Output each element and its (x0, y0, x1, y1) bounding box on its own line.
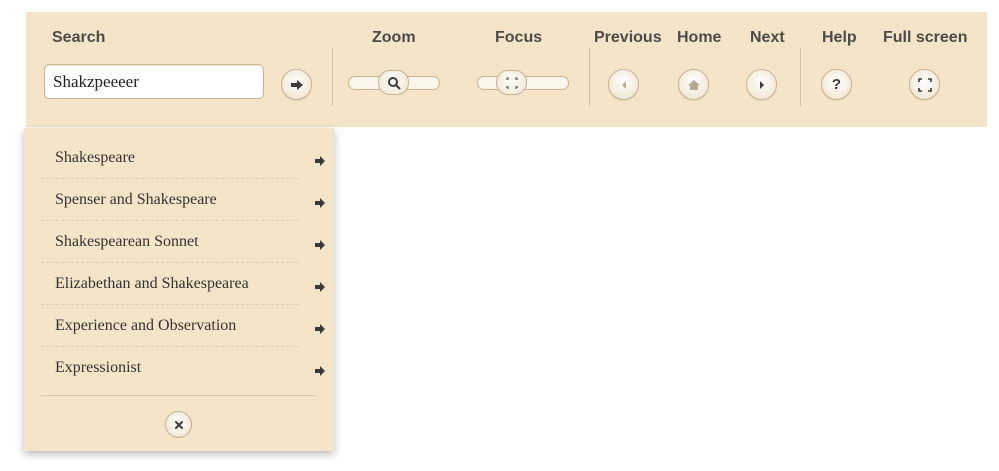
arrow-right-icon[interactable] (314, 365, 326, 377)
suggestion-item[interactable]: Shakespearean Sonnet (41, 220, 299, 263)
suggestion-label: Spenser and Shakespeare (55, 191, 217, 208)
focus-icon (505, 76, 518, 89)
next-button[interactable] (746, 69, 777, 100)
fullscreen-button[interactable] (909, 69, 940, 100)
suggestion-label: Shakespeare (55, 149, 135, 166)
arrow-right-icon[interactable] (314, 323, 326, 335)
question-icon: ? (831, 76, 842, 93)
arrow-right-icon[interactable] (314, 281, 326, 293)
fullscreen-label: Full screen (883, 29, 968, 46)
suggestion-item[interactable]: Shakespeare (41, 136, 299, 179)
next-label: Next (750, 29, 785, 46)
suggestion-item[interactable]: Expressionist (41, 346, 299, 388)
arrow-right-icon[interactable] (314, 197, 326, 209)
focus-label: Focus (495, 29, 543, 46)
focus-slider-handle[interactable] (496, 70, 527, 95)
toolbar: Search Zoom Focus Previous Home Next Hel… (26, 12, 987, 127)
zoom-label: Zoom (372, 29, 416, 46)
suggestion-item[interactable]: Experience and Observation (41, 304, 299, 347)
home-label: Home (677, 29, 722, 46)
chevron-left-icon (621, 80, 626, 89)
suggestion-item[interactable]: Elizabethan and Shakespearea (41, 262, 299, 305)
close-suggestions-button[interactable] (165, 411, 192, 438)
help-label: Help (822, 29, 857, 46)
zoom-slider-handle[interactable] (378, 70, 409, 95)
search-go-button[interactable] (281, 69, 312, 100)
suggestion-item[interactable]: Spenser and Shakespeare (41, 178, 299, 221)
suggestion-label: Experience and Observation (55, 317, 237, 334)
search-suggestions-dropdown: Shakespeare Spenser and Shakespeare Shak… (24, 128, 334, 451)
previous-button[interactable] (608, 69, 639, 100)
search-label: Search (52, 29, 106, 46)
suggestion-label: Expressionist (55, 359, 142, 376)
search-input[interactable] (44, 64, 264, 99)
close-icon (174, 420, 183, 429)
home-icon (687, 79, 700, 90)
help-button[interactable]: ? (821, 69, 852, 100)
magnifier-icon (387, 76, 400, 89)
dropdown-divider (41, 395, 315, 396)
expand-icon (917, 77, 932, 92)
toolbar-separator (800, 48, 801, 106)
arrow-right-icon (290, 79, 303, 90)
arrow-right-icon[interactable] (314, 155, 326, 167)
chevron-right-icon (759, 80, 764, 89)
toolbar-separator (589, 48, 590, 106)
previous-label: Previous (594, 29, 662, 46)
toolbar-separator (332, 48, 333, 106)
home-button[interactable] (678, 69, 709, 100)
arrow-right-icon[interactable] (314, 239, 326, 251)
suggestion-label: Elizabethan and Shakespearea (55, 275, 249, 292)
suggestion-label: Shakespearean Sonnet (55, 233, 199, 250)
